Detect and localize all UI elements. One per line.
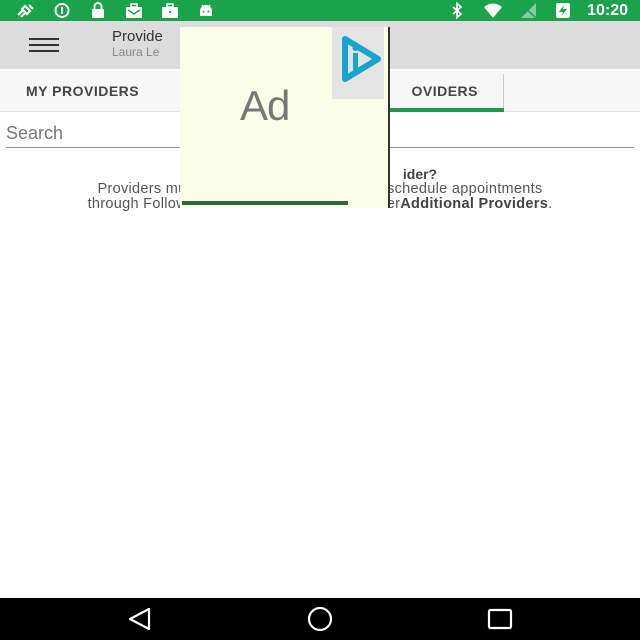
battery-charging-icon: [556, 3, 571, 18]
ad-banner[interactable]: Ad: [180, 27, 390, 208]
info-icon: [54, 3, 70, 18]
ad-progress-bar: [182, 201, 348, 205]
additional-providers-link[interactable]: Additional Providers: [400, 196, 548, 212]
tab-divider: [503, 74, 504, 110]
ad-label: Ad: [240, 82, 290, 129]
status-bar: 10:20: [0, 0, 640, 21]
tab-label: OVIDERS: [411, 83, 478, 99]
clock: 10:20: [587, 2, 628, 19]
page-title: Provide: [112, 28, 163, 45]
briefcase-mail-icon: [126, 3, 142, 18]
menu-icon[interactable]: [24, 33, 64, 57]
back-icon[interactable]: [120, 604, 160, 634]
android-icon: [200, 4, 212, 16]
line1-end: schedule appointments: [387, 181, 543, 197]
tab-label: MY PROVIDERS: [26, 83, 140, 99]
lock-icon: [92, 2, 104, 18]
satellite-icon: [17, 4, 34, 18]
briefcase-icon: [162, 3, 178, 18]
system-icons: 10:20: [447, 1, 628, 20]
home-icon[interactable]: [300, 604, 340, 634]
signal-off-icon: [521, 3, 537, 19]
line2-end: .: [548, 196, 553, 212]
ad-choices-badge[interactable]: [332, 27, 384, 99]
recent-apps-icon[interactable]: [480, 604, 520, 634]
page-subtitle: Laura Le: [112, 45, 160, 59]
notification-icons: [16, 2, 216, 19]
ad-choices-icon: [342, 36, 381, 82]
wifi-icon: [484, 3, 503, 18]
bluetooth-icon: [452, 2, 463, 19]
navigation-bar: [0, 598, 640, 640]
